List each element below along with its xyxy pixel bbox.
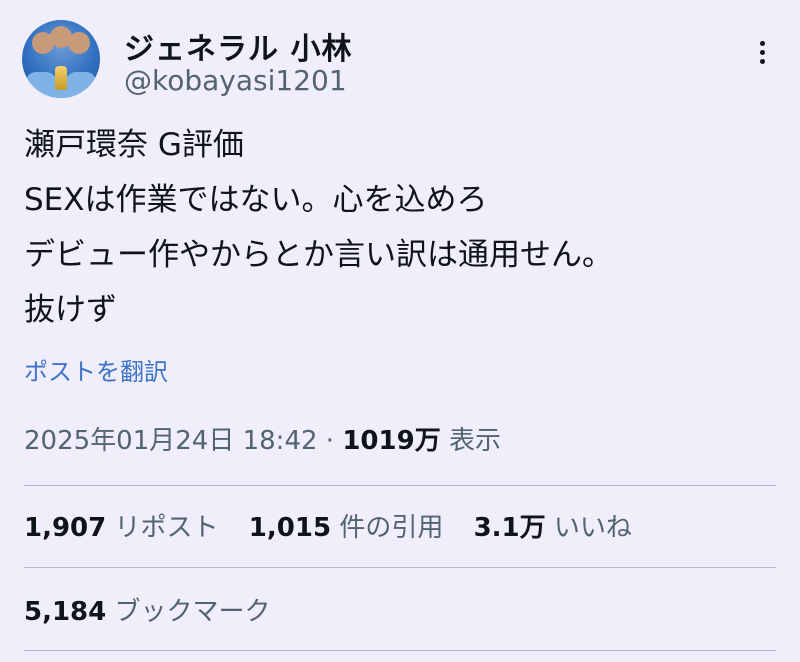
author-display-name[interactable]: ジェネラル 小林: [124, 24, 352, 68]
reposts-stat[interactable]: 1,907 リポスト: [24, 513, 219, 543]
divider: [24, 485, 776, 486]
tweet-line: SEXは作業ではない。心を込めろ: [24, 182, 488, 218]
meta-separator: ·: [325, 426, 335, 456]
tweet-text: 瀬戸環奈 G評価 SEXは作業ではない。心を込めろ デビュー作やからとか言い訳は…: [24, 118, 613, 338]
translate-post-link[interactable]: ポストを翻訳: [24, 352, 168, 387]
like-label: いいね: [553, 513, 632, 543]
quotes-stat[interactable]: 1,015 件の引用: [249, 513, 444, 543]
tweet-line: 抜けず: [24, 292, 117, 328]
repost-count: 1,907: [24, 513, 107, 543]
trophy-icon: [55, 66, 67, 90]
tweet-line: 瀬戸環奈 G評価: [24, 127, 244, 163]
bookmark-label: ブックマーク: [114, 597, 271, 627]
bookmark-count: 5,184: [24, 597, 107, 627]
more-vertical-icon: [759, 40, 765, 46]
view-count: 1019万: [342, 426, 441, 456]
engagement-stats: 1,907 リポスト 1,015 件の引用 3.1万 いいね: [24, 507, 632, 544]
divider: [24, 650, 776, 651]
divider: [24, 567, 776, 568]
quote-label: 件の引用: [339, 513, 444, 543]
tweet-line: デビュー作やからとか言い訳は通用せん。: [24, 237, 613, 273]
avatar[interactable]: [22, 20, 100, 98]
repost-label: リポスト: [114, 513, 219, 543]
bookmarks-stat[interactable]: 5,184 ブックマーク: [24, 591, 271, 628]
tweet-meta: 2025年01月24日 18:42 · 1019万 表示: [24, 420, 501, 457]
quote-count: 1,015: [248, 513, 332, 543]
author-handle[interactable]: @kobayasi1201: [124, 64, 347, 97]
more-options-button[interactable]: [748, 32, 776, 72]
timestamp[interactable]: 2025年01月24日 18:42: [24, 426, 318, 456]
like-count: 3.1万: [473, 513, 546, 543]
likes-stat[interactable]: 3.1万 いいね: [474, 513, 632, 543]
view-count-label: 表示: [448, 426, 501, 456]
